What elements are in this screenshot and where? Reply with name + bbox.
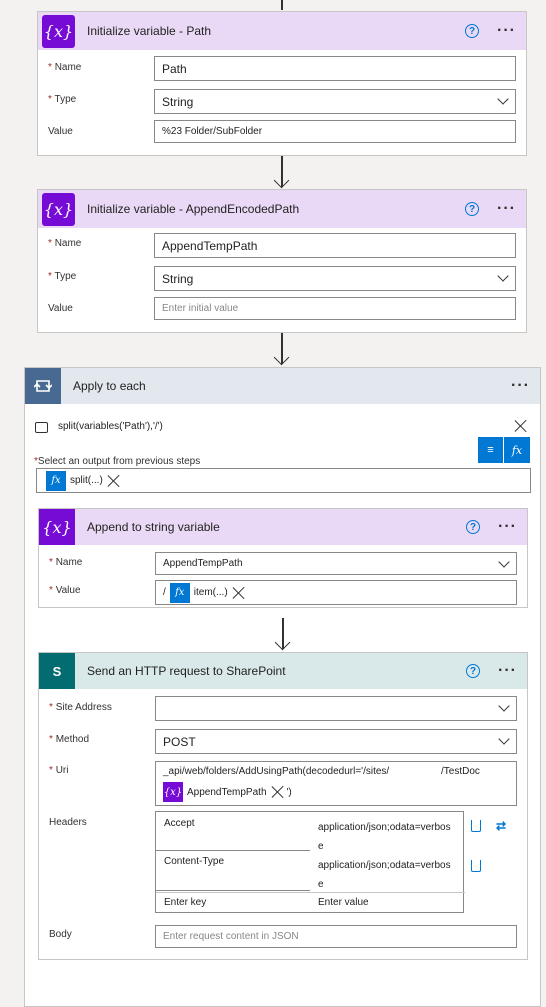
card-header[interactable]: {x} Initialize variable - AppendEncodedP… (38, 190, 526, 228)
initialize-variable-path-card: {x} Initialize variable - Path ? ··· * N… (37, 11, 527, 156)
type-label: * Type (48, 94, 77, 105)
site-address-label: * Site Address (49, 702, 112, 713)
card-title: Initialize variable - Path (87, 24, 212, 38)
headers-table: Accept application/json;odata=verbos e Co… (155, 811, 465, 913)
new-header-key-input[interactable]: Enter key (164, 897, 206, 908)
card-header[interactable]: Apply to each ··· (25, 368, 540, 404)
variable-icon: {x} (39, 509, 75, 545)
header-value-field[interactable]: application/json;odata=verbos e (318, 818, 458, 856)
remove-token-icon[interactable] (271, 785, 285, 799)
body-field[interactable]: Enter request content in JSON (155, 925, 517, 948)
header-key-field[interactable]: Accept (164, 818, 195, 829)
header-row: Accept application/json;odata=verbos e (156, 812, 465, 852)
expression-fx-icon: fx (46, 470, 66, 491)
select-output-field[interactable]: fx split(...) (36, 468, 531, 493)
loop-icon (25, 368, 61, 404)
more-options-icon[interactable]: ··· (497, 23, 516, 39)
card-title: Append to string variable (87, 520, 220, 534)
help-icon[interactable]: ? (466, 664, 481, 678)
value-label: Value (48, 303, 73, 314)
variable-icon: {x} (42, 14, 75, 48)
card-title: Apply to each (73, 379, 146, 393)
value-field[interactable]: Enter initial value (154, 297, 516, 320)
switch-to-text-mode-icon[interactable]: ⇄ (496, 819, 506, 833)
name-dropdown[interactable]: AppendTempPath (155, 552, 517, 575)
value-label: Value (48, 126, 73, 137)
card-title: Initialize variable - AppendEncodedPath (87, 202, 300, 216)
chevron-down-icon (498, 556, 510, 568)
expression-text: split(variables('Path'),'/') (58, 421, 163, 432)
type-label: * Type (48, 271, 77, 282)
close-icon[interactable] (514, 419, 528, 433)
name-field[interactable]: AppendTempPath (154, 233, 516, 258)
uri-label: * Uri (49, 765, 69, 776)
header-value-field[interactable]: application/json;odata=verbos e (318, 856, 458, 894)
split-token[interactable]: fx split(...) (46, 470, 121, 491)
append-to-string-variable-card: {x} Append to string variable ? ··· * Na… (38, 508, 528, 608)
remove-token-icon[interactable] (232, 586, 246, 600)
uri-text-end: /TestDoc (441, 766, 480, 777)
value-label: * Value (49, 585, 81, 596)
name-label: * Name (49, 557, 83, 568)
delete-header-icon[interactable] (471, 820, 481, 832)
type-dropdown[interactable]: String (154, 266, 516, 291)
appendtemppath-token[interactable]: {x} AppendTempPath (163, 782, 285, 802)
site-address-dropdown[interactable] (155, 696, 517, 721)
more-options-icon[interactable]: ··· (497, 201, 516, 217)
card-header[interactable]: {x} Append to string variable ? ··· (39, 509, 527, 545)
more-options-icon[interactable]: ··· (498, 519, 517, 535)
flow-arrow (272, 156, 292, 190)
more-options-icon[interactable]: ··· (511, 378, 530, 394)
uri-text: _api/web/folders/AddUsingPath(decodedurl… (163, 766, 390, 777)
value-field[interactable]: / fx item(...) (155, 580, 517, 605)
sharepoint-icon: S (39, 653, 75, 689)
dynamic-content-button[interactable]: ≡ fx (478, 437, 530, 463)
expression-icon (35, 422, 48, 433)
variable-icon: {x} (163, 782, 183, 802)
uri-field[interactable]: _api/web/folders/AddUsingPath(decodedurl… (155, 761, 517, 806)
connector-top (281, 0, 283, 10)
headers-label: Headers (49, 817, 87, 828)
name-label: * Name (48, 62, 82, 73)
method-dropdown[interactable]: POST (155, 729, 517, 754)
variable-icon: {x} (42, 192, 75, 226)
chevron-down-icon (498, 733, 510, 745)
item-token[interactable]: fx item(...) (169, 582, 246, 603)
chevron-down-icon (497, 270, 509, 282)
chevron-down-icon (498, 700, 510, 712)
dynamic-content-icon[interactable]: ≡ (478, 437, 504, 463)
apply-to-each-card: Apply to each ··· split(variables('Path'… (24, 367, 541, 1007)
select-output-label: *Select an output from previous steps (34, 456, 201, 467)
method-label: * Method (49, 734, 90, 745)
name-field[interactable]: Path (154, 56, 516, 81)
flow-arrow (272, 333, 292, 367)
name-label: * Name (48, 238, 82, 249)
more-options-icon[interactable]: ··· (498, 663, 517, 679)
send-http-request-sharepoint-card: S Send an HTTP request to SharePoint ? ·… (38, 652, 528, 960)
header-row: Content-Type application/json;odata=verb… (156, 852, 465, 892)
expression-fx-icon[interactable]: fx (504, 437, 530, 463)
header-key-field[interactable]: Content-Type (164, 856, 224, 867)
initialize-variable-appendencodedpath-card: {x} Initialize variable - AppendEncodedP… (37, 189, 527, 333)
flow-arrow (273, 618, 293, 652)
help-icon[interactable]: ? (466, 520, 481, 534)
expression-fx-icon: fx (169, 582, 190, 603)
help-icon[interactable]: ? (465, 24, 480, 38)
chevron-down-icon (497, 93, 509, 105)
remove-token-icon[interactable] (107, 474, 121, 488)
card-header[interactable]: S Send an HTTP request to SharePoint ? ·… (39, 653, 527, 689)
delete-header-icon[interactable] (471, 860, 481, 872)
body-label: Body (49, 929, 72, 940)
card-title: Send an HTTP request to SharePoint (87, 664, 286, 678)
value-field[interactable]: %23 Folder/SubFolder (154, 120, 516, 143)
type-dropdown[interactable]: String (154, 89, 516, 114)
card-header[interactable]: {x} Initialize variable - Path ? ··· (38, 12, 526, 50)
help-icon[interactable]: ? (465, 202, 480, 216)
new-header-value-input[interactable]: Enter value (318, 897, 369, 908)
